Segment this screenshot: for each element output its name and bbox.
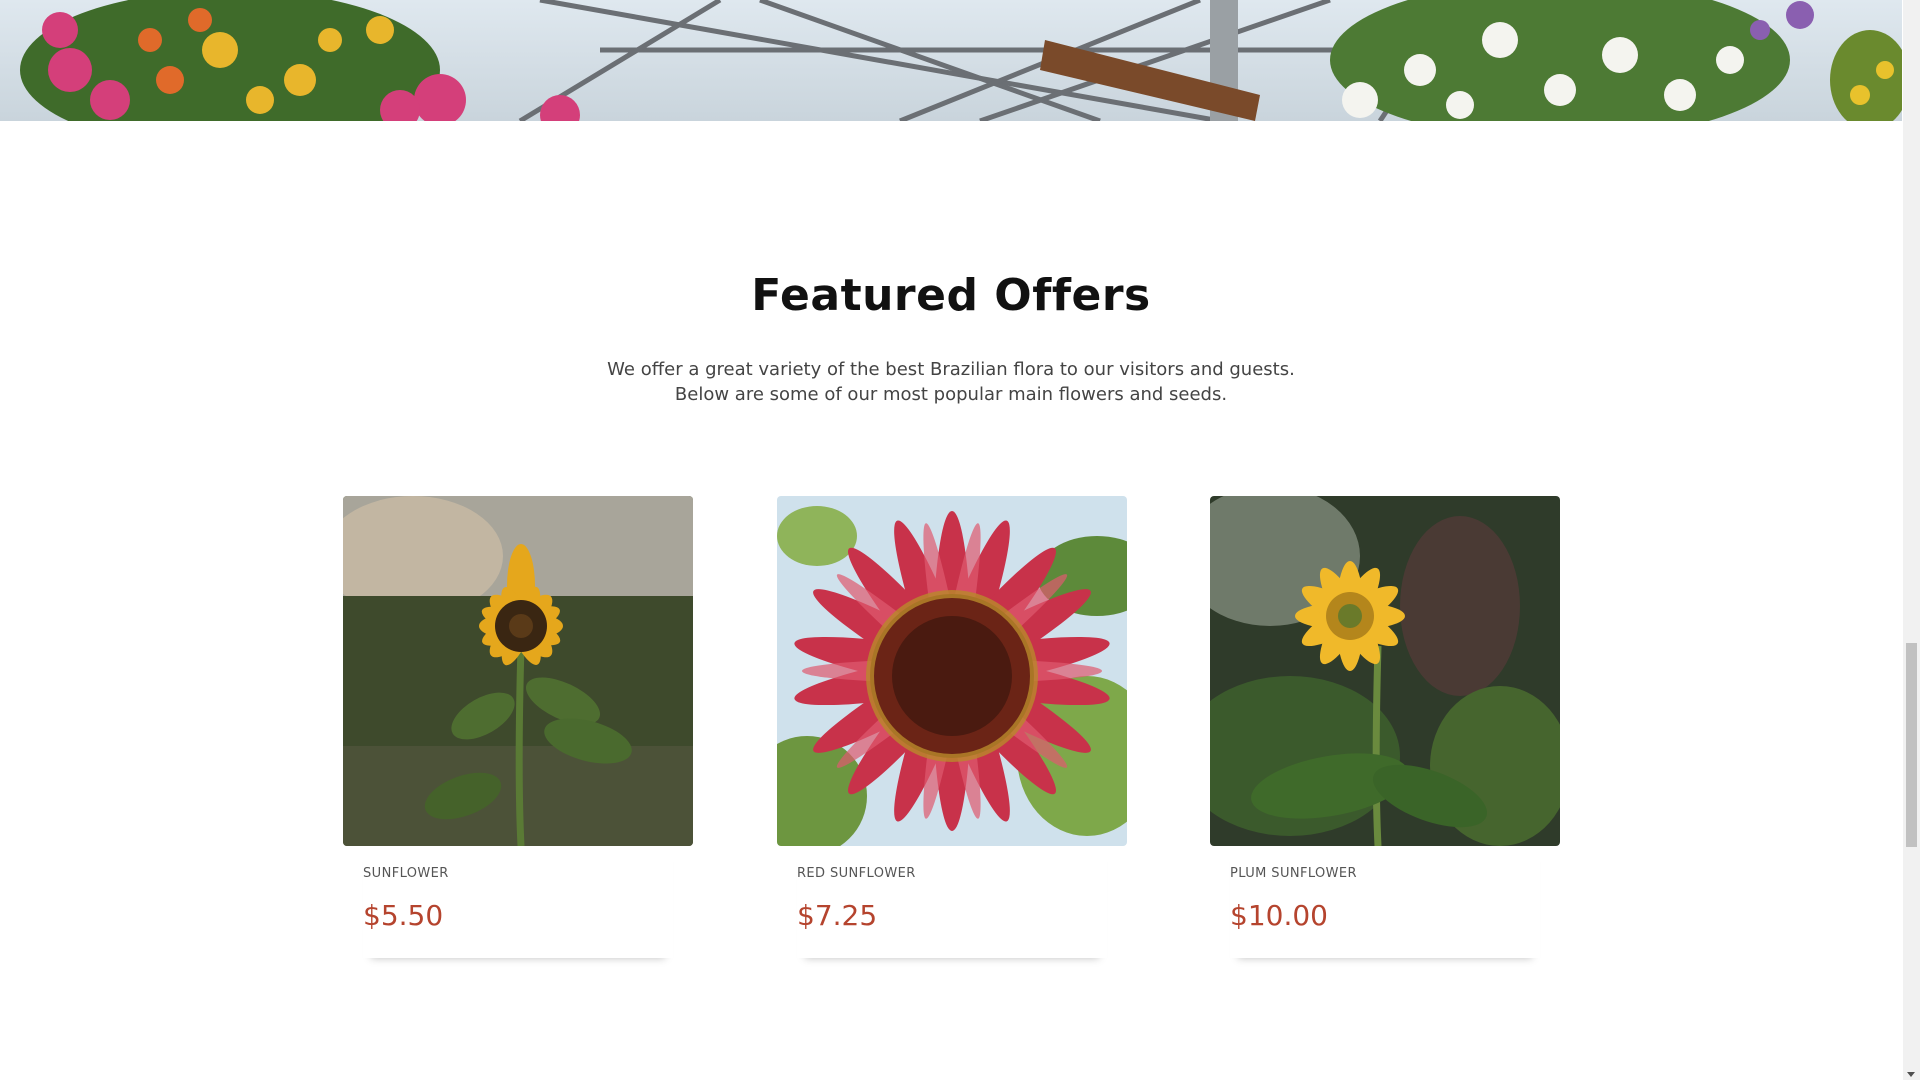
product-card-plum-sunflower[interactable]: PLUM SUNFLOWER $10.00 [1210, 496, 1560, 958]
plum-sunflower-image[interactable] [1210, 496, 1560, 846]
sunflower-image[interactable] [343, 496, 693, 846]
featured-offers-description: We offer a great variety of the best Bra… [0, 357, 1902, 407]
product-card-sunflower[interactable]: SUNFLOWER $5.50 [343, 496, 693, 958]
red-sunflower-image[interactable] [777, 496, 1127, 846]
product-card-body: RED SUNFLOWER $7.25 [797, 846, 1107, 958]
product-name: RED SUNFLOWER [797, 866, 916, 881]
product-price: $10.00 [1230, 899, 1328, 932]
product-name: PLUM SUNFLOWER [1230, 866, 1357, 881]
vertical-scrollbar[interactable] [1903, 0, 1920, 1080]
scroll-down-arrow-icon[interactable] [1907, 1072, 1915, 1077]
product-card-body: PLUM SUNFLOWER $10.00 [1230, 846, 1540, 958]
description-line-1: We offer a great variety of the best Bra… [607, 359, 1295, 380]
description-line-2: Below are some of our most popular main … [674, 384, 1228, 405]
product-price: $5.50 [363, 899, 444, 932]
hero-banner-image [0, 0, 1902, 121]
product-card-red-sunflower[interactable]: RED SUNFLOWER $7.25 [777, 496, 1127, 958]
featured-offers-title: Featured Offers [751, 270, 1151, 321]
product-card-body: SUNFLOWER $5.50 [363, 846, 673, 958]
product-price: $7.25 [797, 899, 878, 932]
product-name: SUNFLOWER [363, 866, 449, 881]
scrollbar-thumb[interactable] [1906, 643, 1917, 847]
